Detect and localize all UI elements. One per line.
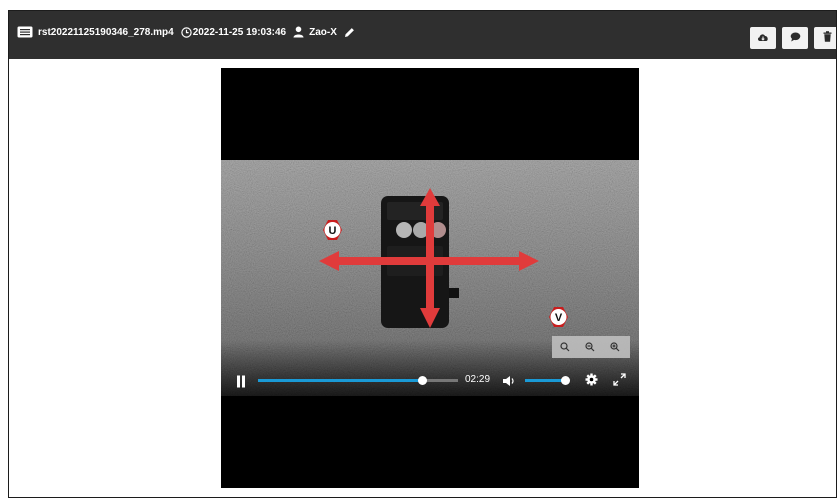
trash-icon — [823, 29, 832, 47]
v-label: V — [555, 312, 563, 324]
file-icon — [17, 26, 33, 38]
video-viewer: rst20221125190346_278.mp4 2022-11-25 19:… — [8, 10, 837, 498]
user-icon — [293, 26, 304, 38]
volume-track[interactable] — [525, 376, 570, 385]
download-button[interactable] — [750, 27, 776, 49]
user-name: Zao-X — [309, 26, 337, 38]
header-actions — [750, 27, 836, 49]
cloud-download-icon — [757, 29, 769, 47]
volume-thumb[interactable] — [560, 376, 570, 385]
settings-gear-icon[interactable] — [585, 373, 598, 386]
current-time: 02:29 — [465, 374, 491, 385]
video-frame: U V — [221, 160, 639, 396]
pause-button[interactable] — [235, 375, 247, 388]
progress-thumb[interactable] — [418, 376, 427, 385]
datetime: 2022-11-25 19:03:46 — [192, 26, 287, 38]
zoom-toolbar — [552, 336, 630, 358]
header-bar: rst20221125190346_278.mp4 2022-11-25 19:… — [9, 11, 836, 59]
clock-icon — [180, 26, 192, 38]
pencil-icon[interactable] — [344, 27, 355, 38]
progress-track[interactable] — [258, 376, 458, 385]
comment-button[interactable] — [782, 27, 808, 49]
progress-fill — [258, 379, 422, 382]
u-label: U — [329, 225, 337, 237]
delete-button[interactable] — [814, 27, 836, 49]
volume-icon[interactable] — [502, 374, 516, 386]
fullscreen-icon[interactable] — [613, 373, 626, 386]
file-info: rst20221125190346_278.mp4 2022-11-25 19:… — [17, 26, 355, 38]
volume-fill — [525, 379, 565, 382]
comment-icon — [790, 29, 801, 47]
video-player[interactable]: U V 02:29 — [221, 68, 639, 488]
filename: rst20221125190346_278.mp4 — [38, 26, 174, 38]
player-controls: 02:29 — [221, 364, 639, 396]
